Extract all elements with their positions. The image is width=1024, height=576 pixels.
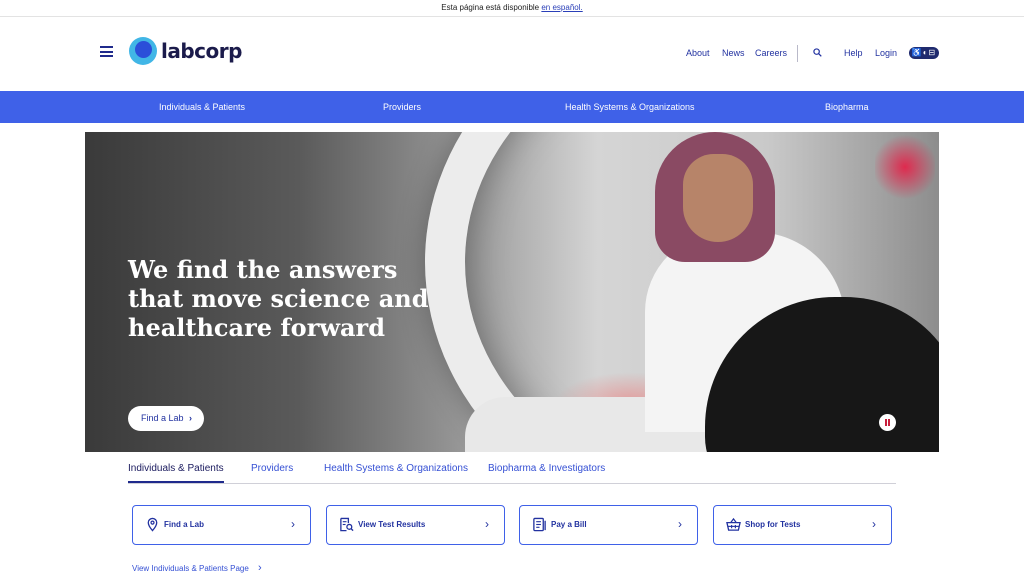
hero-cta-label: Find a Lab: [141, 413, 184, 423]
nav-item-individuals[interactable]: Individuals & Patients: [159, 91, 245, 123]
careers-link[interactable]: Careers: [755, 48, 787, 58]
card-label: Pay a Bill: [551, 520, 587, 529]
nav-item-providers[interactable]: Providers: [383, 91, 421, 123]
document-search-icon: [340, 517, 354, 532]
header-divider: [797, 45, 798, 62]
scanner-light-image: [875, 132, 935, 202]
primary-nav: Individuals & Patients Providers Health …: [0, 91, 1024, 123]
tab-health-systems[interactable]: Health Systems & Organizations: [324, 457, 468, 483]
chevron-right-icon: ›: [258, 562, 262, 574]
tab-individuals-patients[interactable]: Individuals & Patients: [128, 457, 224, 483]
about-link[interactable]: About: [686, 48, 710, 58]
hero-title: We find the answers that move science an…: [128, 255, 429, 342]
help-link[interactable]: Help: [844, 48, 863, 58]
hamburger-menu-icon[interactable]: [100, 46, 113, 57]
logo-text: labcorp: [161, 39, 242, 63]
location-pin-icon: [147, 517, 158, 532]
news-link[interactable]: News: [722, 48, 745, 58]
card-label: Find a Lab: [164, 520, 204, 529]
search-icon[interactable]: [813, 48, 822, 57]
login-link[interactable]: Login: [875, 48, 897, 58]
card-label: Shop for Tests: [745, 520, 801, 529]
audience-tabs: Individuals & Patients Providers Health …: [128, 457, 896, 484]
bill-icon: [533, 517, 546, 532]
accessibility-icon[interactable]: ♿◐⊟: [909, 47, 939, 59]
chevron-right-icon: ›: [485, 517, 489, 531]
tab-biopharma-investigators[interactable]: Biopharma & Investigators: [488, 457, 605, 483]
chevron-right-icon: ›: [678, 517, 682, 531]
labcorp-logo[interactable]: labcorp: [129, 37, 242, 65]
chevron-right-icon: ›: [189, 413, 192, 423]
pause-icon[interactable]: [879, 414, 896, 431]
nav-item-health-systems[interactable]: Health Systems & Organizations: [565, 91, 695, 123]
view-individuals-patients-link[interactable]: View Individuals & Patients Page ›: [132, 562, 262, 574]
tab-providers[interactable]: Providers: [251, 457, 293, 483]
card-label: View Test Results: [358, 520, 426, 529]
language-banner: Esta página está disponible en español.: [0, 0, 1024, 17]
hero-banner: We find the answers that move science an…: [85, 132, 939, 452]
shopping-basket-icon: [726, 517, 741, 531]
view-page-link-label: View Individuals & Patients Page: [132, 564, 249, 573]
find-a-lab-card[interactable]: Find a Lab ›: [132, 505, 311, 545]
chevron-right-icon: ›: [872, 517, 876, 531]
logo-mark-icon: [129, 37, 157, 65]
view-test-results-card[interactable]: View Test Results ›: [326, 505, 505, 545]
chevron-right-icon: ›: [291, 517, 295, 531]
language-banner-text: Esta página está disponible: [441, 3, 540, 12]
site-header: labcorp About News Careers Help Login ♿◐…: [0, 17, 1024, 91]
pay-a-bill-card[interactable]: Pay a Bill ›: [519, 505, 698, 545]
nav-item-biopharma[interactable]: Biopharma: [825, 91, 869, 123]
shop-for-tests-card[interactable]: Shop for Tests ›: [713, 505, 892, 545]
spanish-link[interactable]: en español.: [541, 3, 582, 12]
find-a-lab-hero-button[interactable]: Find a Lab ›: [128, 406, 204, 431]
